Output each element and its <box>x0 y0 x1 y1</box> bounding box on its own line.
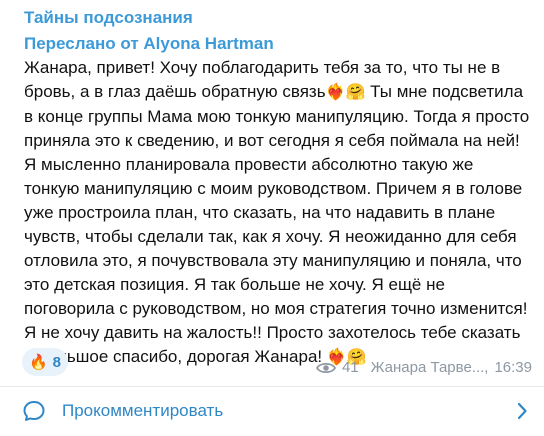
chevron-right-icon <box>516 402 528 425</box>
message-meta: 41 Жанара Тарве..., 16:39 <box>315 359 532 376</box>
author-signature: Жанара Тарве..., <box>370 359 489 376</box>
fire-reaction-button[interactable]: 🔥 8 <box>22 348 68 376</box>
message-time: 16:39 <box>494 359 532 376</box>
heart-hug-emoji: ❤️‍🔥🤗 <box>325 84 366 101</box>
message-text: Жанара, привет! Хочу поблагодарить тебя … <box>24 56 532 370</box>
message-text-part-2: Ты мне подсветила в конце группы Мама мо… <box>24 82 530 366</box>
reaction-count: 8 <box>52 353 62 371</box>
views-count: 41 <box>341 359 359 376</box>
comment-button-label: Прокомментировать <box>62 401 224 420</box>
channel-post: Тайны подсознания Переслано от Alyona Ha… <box>0 0 544 436</box>
eye-icon <box>315 361 336 375</box>
comment-bubble-icon <box>22 399 46 428</box>
forwarded-prefix: Переслано от <box>24 34 144 53</box>
forwarded-header: Переслано от Alyona Hartman <box>24 34 274 54</box>
forwarded-from-link[interactable]: Alyona Hartman <box>143 34 273 53</box>
comment-button[interactable]: Прокомментировать <box>0 387 544 436</box>
channel-name[interactable]: Тайны подсознания <box>24 8 193 28</box>
fire-emoji: 🔥 <box>28 353 48 371</box>
